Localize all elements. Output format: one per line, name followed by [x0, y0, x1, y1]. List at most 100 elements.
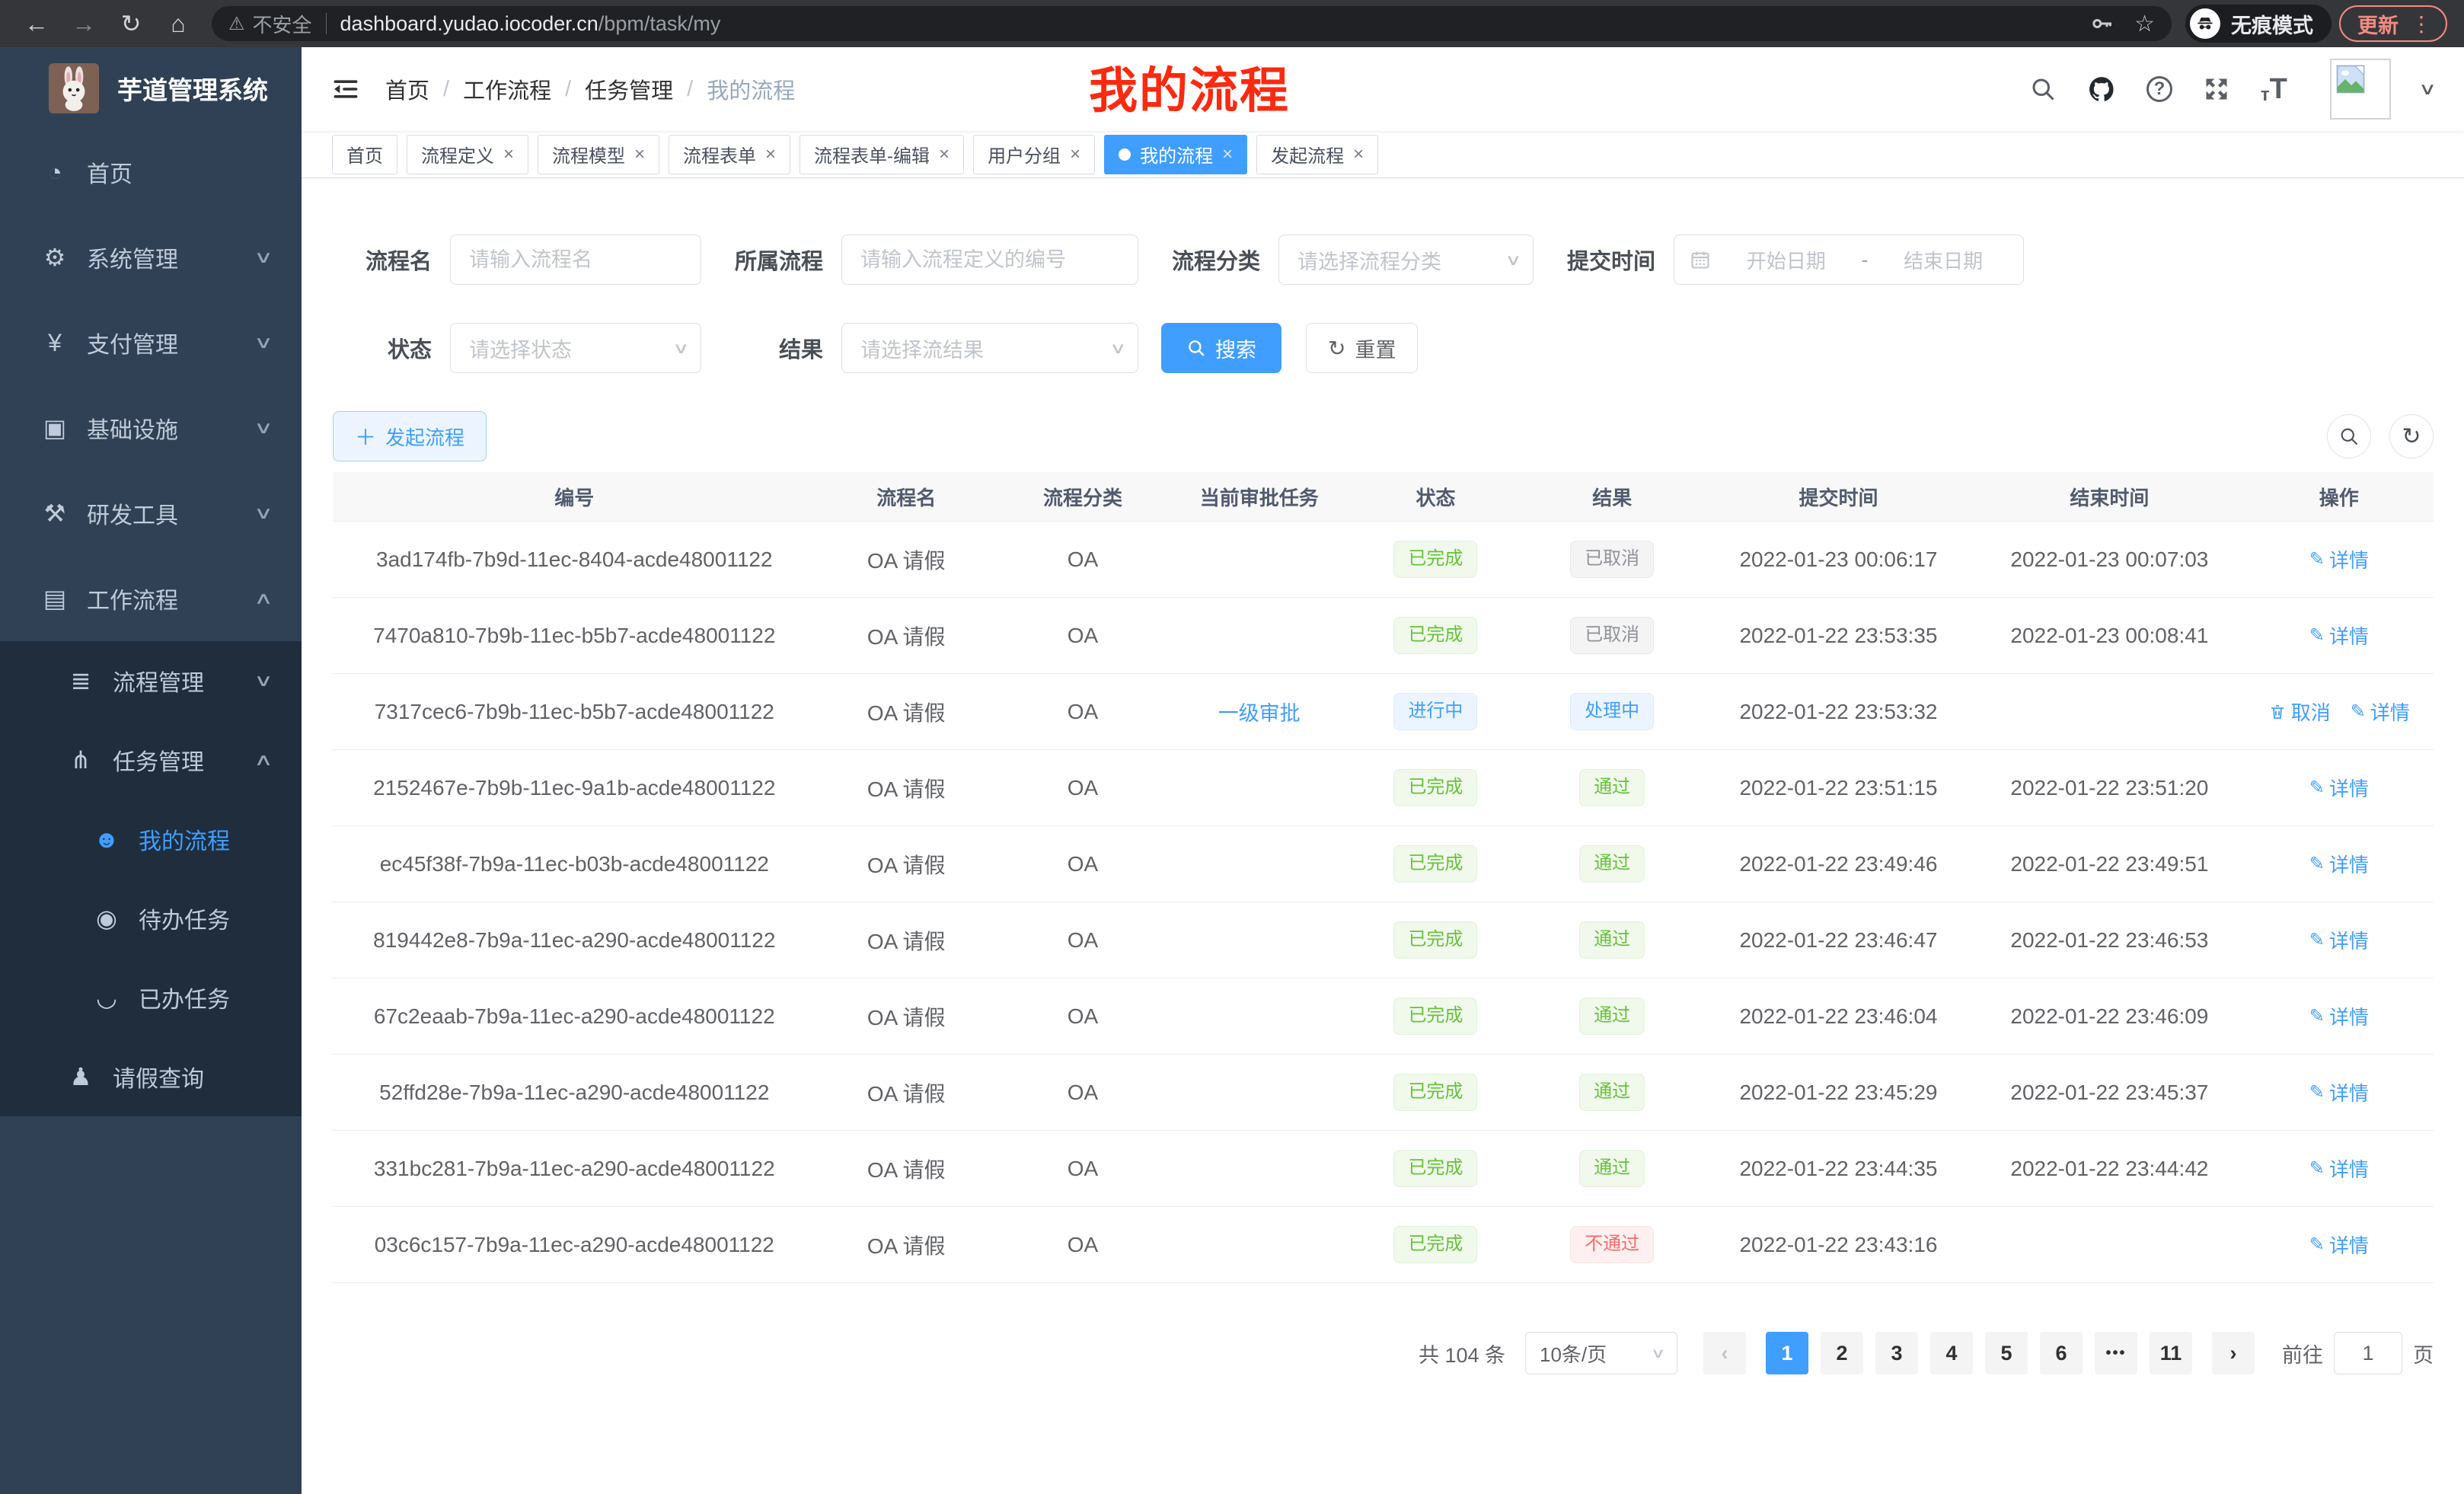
- tab-start-process[interactable]: 发起流程×: [1256, 135, 1378, 174]
- action-detail-link[interactable]: ✎详情: [2309, 1002, 2369, 1030]
- goto-page-input[interactable]: [2334, 1332, 2402, 1374]
- tab-home[interactable]: 首页: [332, 135, 397, 174]
- cell-current-task: [1169, 826, 1349, 902]
- page-button-5[interactable]: 5: [1985, 1332, 2028, 1374]
- breadcrumb-separator: /: [565, 77, 571, 102]
- page-button-6[interactable]: 6: [2040, 1332, 2083, 1374]
- tab-process-form-edit[interactable]: 流程表单-编辑×: [800, 135, 964, 174]
- sidebar-item-system-management[interactable]: ⚙系统管理∨: [0, 215, 302, 300]
- action-detail-link[interactable]: ✎详情: [2309, 1078, 2369, 1106]
- refresh-table-button[interactable]: ↻: [2389, 414, 2434, 458]
- sidebar-item-todo-tasks[interactable]: ◉待办任务: [0, 879, 302, 958]
- action-cancel-link[interactable]: 取消: [2268, 698, 2331, 726]
- close-icon[interactable]: ×: [634, 144, 645, 165]
- sidebar-item-task-management[interactable]: ⋔任务管理∧: [0, 720, 302, 800]
- security-label[interactable]: 不安全: [253, 10, 312, 38]
- process-name-input[interactable]: [450, 235, 701, 285]
- result-select[interactable]: 请选择流结果 ∨: [841, 323, 1138, 373]
- action-detail-link[interactable]: ✎详情: [2309, 774, 2369, 802]
- process-def-input[interactable]: [841, 235, 1138, 285]
- search-button[interactable]: 搜索: [1161, 323, 1281, 373]
- sidebar-item-infrastructure[interactable]: ▣基础设施∨: [0, 385, 302, 471]
- tab-my-process[interactable]: 我的流程×: [1104, 135, 1247, 174]
- gauge-icon: ◔: [38, 158, 72, 187]
- page-button-3[interactable]: 3: [1875, 1332, 1918, 1374]
- tab-process-definition[interactable]: 流程定义×: [407, 135, 528, 174]
- update-button[interactable]: 更新 ⋮: [2339, 5, 2447, 42]
- sidebar-item-process-management[interactable]: ≣流程管理∨: [0, 641, 302, 720]
- sidebar-item-my-process[interactable]: ☻我的流程: [0, 800, 302, 879]
- close-icon[interactable]: ×: [939, 144, 950, 165]
- action-detail-link[interactable]: ✎详情: [2351, 698, 2410, 726]
- edit-icon: ✎: [2309, 624, 2325, 646]
- password-key-icon[interactable]: [2090, 11, 2115, 36]
- close-icon[interactable]: ×: [1353, 144, 1364, 165]
- back-icon[interactable]: ←: [17, 5, 56, 42]
- tab-process-model[interactable]: 流程模型×: [538, 135, 659, 174]
- breadcrumb-item[interactable]: 首页: [385, 73, 429, 105]
- action-detail-link[interactable]: ✎详情: [2309, 1154, 2369, 1183]
- yen-icon: ¥: [38, 329, 72, 357]
- page-button-2[interactable]: 2: [1821, 1332, 1863, 1374]
- sidebar-item-leave-query[interactable]: ♟请假查询: [0, 1037, 302, 1116]
- more-pages-button[interactable]: •••: [2095, 1332, 2137, 1374]
- page-button-11[interactable]: 11: [2150, 1332, 2192, 1374]
- action-detail-link[interactable]: ✎详情: [2309, 926, 2369, 954]
- help-icon[interactable]: ?: [2146, 76, 2172, 102]
- cell-current-task: [1169, 1055, 1349, 1130]
- status-select[interactable]: 请选择状态 ∨: [450, 323, 701, 373]
- briefcase-icon: ▤: [38, 584, 72, 613]
- reset-button[interactable]: ↻ 重置: [1306, 323, 1418, 373]
- home-icon[interactable]: ⌂: [158, 5, 198, 42]
- action-detail-link[interactable]: ✎详情: [2309, 1231, 2369, 1259]
- next-page-button[interactable]: ›: [2212, 1332, 2255, 1374]
- address-bar[interactable]: ⚠ 不安全 dashboard.yudao.iocoder.cn/bpm/tas…: [212, 6, 2172, 41]
- end-date-placeholder[interactable]: 结束日期: [1878, 246, 2008, 274]
- browser-menu-icon[interactable]: ⋮: [2411, 11, 2438, 37]
- font-size-icon[interactable]: тT: [2261, 73, 2287, 106]
- breadcrumb-item[interactable]: 任务管理: [585, 73, 673, 105]
- close-icon[interactable]: ×: [503, 144, 514, 165]
- github-icon[interactable]: [2087, 75, 2116, 104]
- table-row: 819442e8-7b9a-11ec-a290-acde48001122OA 请…: [333, 902, 2434, 978]
- collapse-sidebar-icon[interactable]: [332, 75, 359, 103]
- avatar-dropdown-icon[interactable]: ∨: [2418, 79, 2437, 99]
- reload-icon[interactable]: ↻: [111, 5, 151, 42]
- avatar[interactable]: [2330, 59, 2391, 120]
- sidebar-item-dev-tools[interactable]: ⚒研发工具∨: [0, 471, 302, 556]
- forward-icon[interactable]: →: [64, 5, 104, 42]
- fullscreen-icon[interactable]: [2203, 75, 2230, 103]
- bookmark-star-icon[interactable]: ☆: [2134, 11, 2155, 37]
- page-button-1[interactable]: 1: [1766, 1332, 1808, 1374]
- close-icon[interactable]: ×: [1222, 144, 1233, 165]
- search-icon[interactable]: [2029, 75, 2057, 103]
- tab-process-form[interactable]: 流程表单×: [669, 135, 790, 174]
- breadcrumb-item[interactable]: 工作流程: [463, 73, 551, 105]
- cell-result: 已取消: [1522, 598, 1703, 673]
- sidebar-item-done-tasks[interactable]: ◡已办任务: [0, 958, 302, 1037]
- close-icon[interactable]: ×: [1070, 144, 1080, 165]
- table-header: 编号流程名流程分类当前审批任务状态结果提交时间结束时间操作: [333, 472, 2434, 521]
- date-range-picker[interactable]: 开始日期 - 结束日期: [1674, 235, 2024, 285]
- start-date-placeholder[interactable]: 开始日期: [1722, 246, 1851, 274]
- sidebar-item-workflow[interactable]: ▤工作流程∧: [0, 556, 302, 641]
- action-detail-link[interactable]: ✎详情: [2309, 621, 2369, 650]
- filter-result: 结果 请选择流结果 ∨: [724, 323, 1138, 373]
- action-detail-link[interactable]: ✎详情: [2309, 850, 2369, 878]
- sidebar-item-label: 待办任务: [139, 902, 302, 935]
- category-select[interactable]: 请选择流程分类 ∨: [1278, 235, 1534, 285]
- current-task-link[interactable]: 一级审批: [1218, 697, 1301, 726]
- column-header: 流程名: [816, 472, 997, 521]
- start-process-button[interactable]: ＋ 发起流程: [333, 411, 487, 461]
- close-icon[interactable]: ×: [765, 144, 776, 165]
- tab-user-group[interactable]: 用户分组×: [973, 135, 1095, 174]
- prev-page-button[interactable]: ‹: [1703, 1332, 1746, 1374]
- cell-submit-time: 2022-01-22 23:53:35: [1703, 598, 1974, 673]
- page-button-4[interactable]: 4: [1930, 1332, 1973, 1374]
- sidebar-item-payment-management[interactable]: ¥支付管理∨: [0, 300, 302, 385]
- page-size-select[interactable]: 10条/页 ∨: [1525, 1332, 1677, 1374]
- action-detail-link[interactable]: ✎详情: [2309, 545, 2369, 573]
- update-label[interactable]: 更新: [2357, 9, 2399, 39]
- sidebar-item-home[interactable]: ◔首页: [0, 129, 302, 215]
- toggle-search-button[interactable]: [2327, 414, 2371, 458]
